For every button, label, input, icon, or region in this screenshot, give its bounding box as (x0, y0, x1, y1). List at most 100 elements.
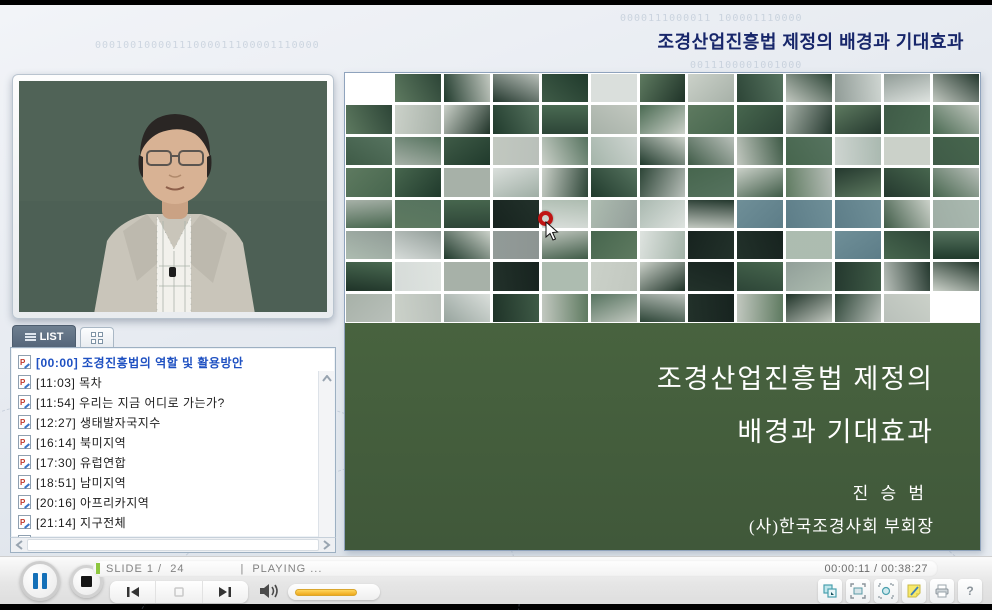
slide-indicator-bar (96, 563, 100, 574)
mosaic-tile (640, 105, 686, 133)
mosaic-tile (835, 168, 881, 196)
mosaic-tile (688, 262, 734, 290)
slide-transport (110, 581, 248, 603)
mosaic-tile (591, 168, 637, 196)
chapter-item[interactable]: [12:27] 생태발자국지수 (13, 412, 317, 432)
mosaic-tile (444, 200, 490, 228)
mosaic-tile (346, 200, 392, 228)
status-separator: | (240, 563, 244, 575)
chapter-item[interactable]: [17:30] 유럽연합 (13, 452, 317, 472)
mosaic-tile (542, 105, 588, 133)
mosaic-tile (737, 137, 783, 165)
mosaic-tile (786, 105, 832, 133)
slide-page-icon (18, 515, 31, 529)
mosaic-tile (493, 74, 539, 102)
list-icon (25, 333, 36, 341)
player-background: 00010010000111000011100001110000 0000111… (0, 5, 992, 604)
mosaic-tile (591, 231, 637, 259)
mosaic-tile (786, 74, 832, 102)
mosaic-tile (884, 74, 930, 102)
chapter-item-label: [00:00] 조경진흥법의 역할 및 활용방안 (36, 354, 244, 371)
sync-slide-button[interactable] (155, 581, 201, 603)
slide-page-icon (18, 455, 31, 469)
chapter-item[interactable]: [16:14] 북미지역 (13, 432, 317, 452)
mosaic-tile (591, 105, 637, 133)
print-button[interactable] (930, 579, 954, 603)
slide-counter-current: 1 / (147, 563, 162, 575)
previous-slide-button[interactable] (110, 581, 155, 603)
chapter-item[interactable]: [00:00] 조경진흥법의 역할 및 활용방안 (13, 352, 317, 372)
mosaic-tile (444, 137, 490, 165)
full-screen-button[interactable] (846, 579, 870, 603)
print-icon (934, 583, 950, 599)
horizontal-scrollbar[interactable] (10, 537, 336, 553)
mosaic-tile (835, 137, 881, 165)
pause-icon (42, 573, 47, 589)
volume-slider[interactable] (288, 584, 380, 600)
chapter-item[interactable]: [18:51] 남미지역 (13, 472, 317, 492)
mosaic-tile (688, 294, 734, 322)
mosaic-tile (884, 105, 930, 133)
mosaic-tile (835, 231, 881, 259)
zoom-capture-button[interactable] (874, 579, 898, 603)
mosaic-tile (395, 74, 441, 102)
full-screen-icon (850, 583, 866, 599)
cascade-windows-icon (822, 583, 838, 599)
chapter-item-label: [17:30] 유럽연합 (36, 454, 126, 471)
video-frame (12, 74, 334, 319)
mosaic-tile (395, 262, 441, 290)
mosaic-tile (395, 137, 441, 165)
stop-icon (81, 576, 92, 587)
tab-list-view[interactable]: LIST (12, 325, 76, 347)
help-label: ? (966, 584, 973, 598)
mosaic-tile (835, 74, 881, 102)
mosaic-tile (346, 105, 392, 133)
help-button[interactable]: ? (958, 579, 982, 603)
mosaic-tile (346, 168, 392, 196)
slide-content: 조경산업진흥법 제정의 배경과 기대효과 진 승 범 (사)한국조경사회 부회장 (345, 323, 980, 550)
slide-page-icon (18, 475, 31, 489)
chapter-item[interactable]: [20:16] 아프리카지역 (13, 492, 317, 512)
chapter-item-label: [16:14] 북미지역 (36, 434, 126, 451)
mosaic-tile (688, 137, 734, 165)
slide-presenter-name: 진 승 범 (345, 449, 980, 504)
scroll-right-icon[interactable] (323, 540, 331, 550)
chapter-item[interactable]: [11:03] 목차 (13, 372, 317, 392)
next-slide-button[interactable] (202, 581, 248, 603)
mosaic-tile (493, 168, 539, 196)
mosaic-tile (786, 168, 832, 196)
vertical-scrollbar[interactable] (318, 371, 334, 537)
cascade-windows-button[interactable] (818, 579, 842, 603)
pause-button[interactable] (20, 561, 60, 601)
player-window: 00010010000111000011100001110000 0000111… (0, 0, 992, 610)
scroll-up-icon[interactable] (322, 375, 332, 382)
presenter-video[interactable] (19, 81, 327, 312)
mosaic-tile (933, 168, 979, 196)
slide-page-icon (18, 355, 31, 369)
chapter-item[interactable]: [11:54] 우리는 지금 어디로 가는가? (13, 392, 317, 412)
mosaic-tile (444, 168, 490, 196)
mosaic-tile (737, 231, 783, 259)
memo-button[interactable] (902, 579, 926, 603)
mosaic-tile (542, 168, 588, 196)
scroll-left-icon[interactable] (15, 540, 23, 550)
mosaic-tile (884, 294, 930, 322)
mosaic-tile (640, 74, 686, 102)
hscroll-thumb[interactable] (27, 539, 319, 551)
time-current: 00:00:11 (824, 563, 870, 575)
tab-thumbnail-view[interactable] (80, 327, 114, 347)
slide-counter-label: SLIDE (106, 563, 143, 575)
volume-icon[interactable] (258, 581, 282, 601)
mosaic-tile (737, 105, 783, 133)
mosaic-tile (640, 294, 686, 322)
volume-level[interactable] (295, 589, 357, 596)
mosaic-tile (884, 137, 930, 165)
chapter-item[interactable]: [21:14] 지구전체 (13, 512, 317, 532)
mosaic-tile (640, 262, 686, 290)
slide-page-icon (18, 415, 31, 429)
mosaic-tile (688, 74, 734, 102)
mosaic-tile (493, 262, 539, 290)
slide-viewer[interactable]: 조경산업진흥법 제정의 배경과 기대효과 진 승 범 (사)한국조경사회 부회장 (344, 72, 981, 551)
status-strip: SLIDE 1 / 24 | PLAYING ... 00:00:11 / 00… (93, 560, 938, 577)
previous-icon (126, 587, 140, 597)
